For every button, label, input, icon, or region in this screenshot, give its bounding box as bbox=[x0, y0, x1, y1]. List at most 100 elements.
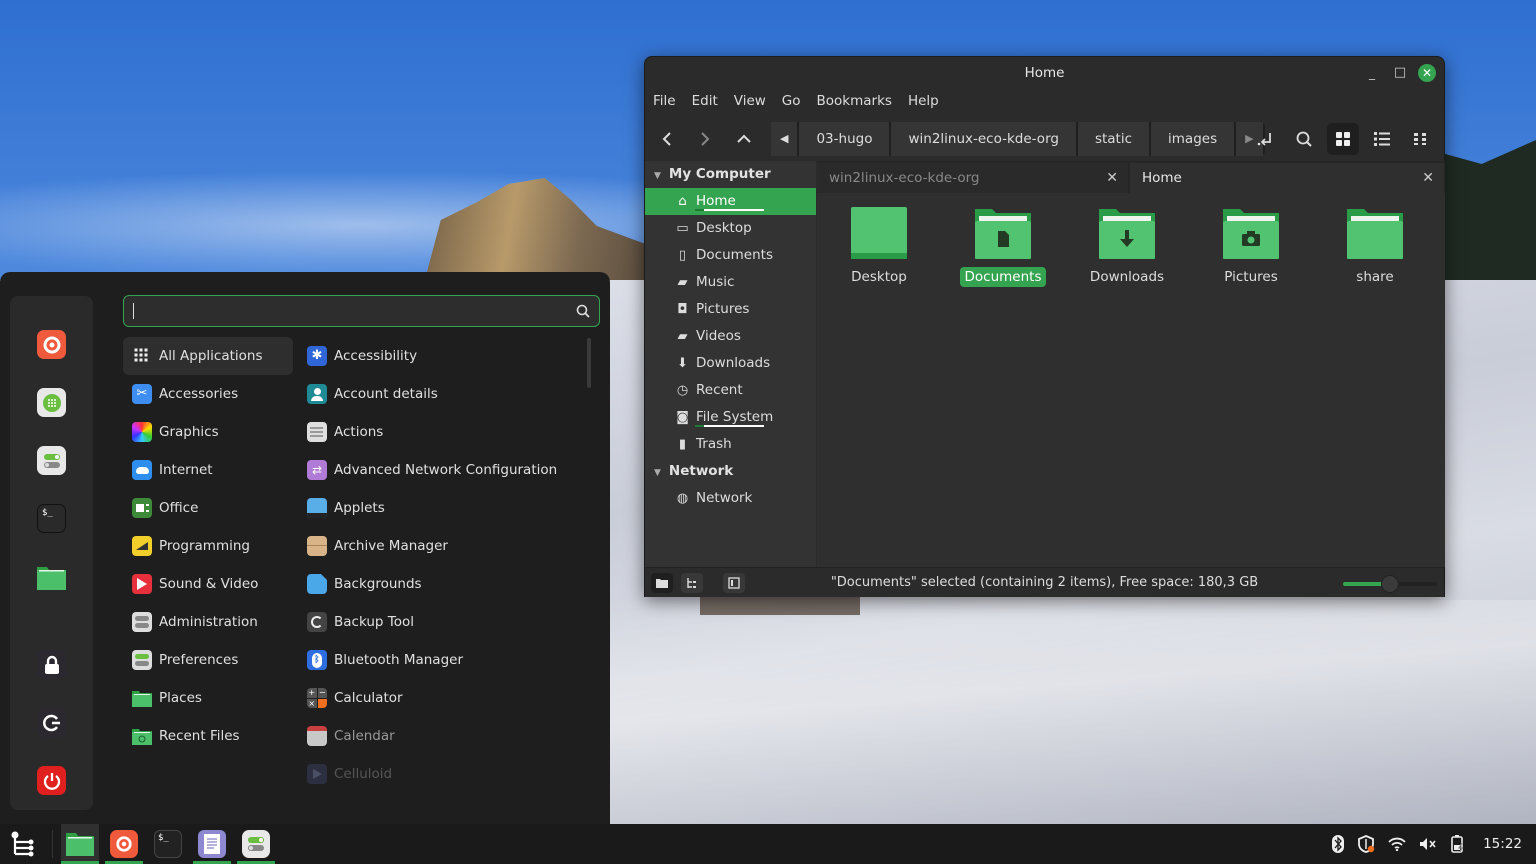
close-button[interactable]: ✕ bbox=[1418, 64, 1436, 82]
terminal-icon: $_ bbox=[154, 830, 182, 858]
backgrounds-icon bbox=[307, 574, 327, 594]
breadcrumb-item[interactable]: 03-hugo bbox=[799, 122, 890, 156]
favorite-firefox[interactable] bbox=[37, 330, 66, 359]
sidebar-section-my-computer[interactable]: ▼ My Computer bbox=[645, 161, 816, 188]
taskbar-terminal[interactable]: $_ bbox=[149, 824, 187, 864]
menu-edit[interactable]: Edit bbox=[692, 93, 726, 109]
up-button[interactable] bbox=[728, 123, 760, 155]
minimize-button[interactable]: _ bbox=[1364, 65, 1380, 81]
breadcrumb-scroll-left[interactable]: ◀ bbox=[771, 122, 798, 156]
menu-help[interactable]: Help bbox=[908, 93, 947, 109]
bluetooth-icon[interactable] bbox=[1332, 835, 1345, 853]
category-programming[interactable]: Programming bbox=[123, 527, 293, 565]
maximize-button[interactable]: □ bbox=[1392, 65, 1408, 81]
sidebar-item-music[interactable]: ▰ Music bbox=[645, 269, 816, 296]
volume-muted-icon[interactable] bbox=[1419, 837, 1437, 851]
back-button[interactable] bbox=[651, 123, 683, 155]
app-calculator[interactable]: + − × Calculator bbox=[298, 679, 588, 717]
category-all-applications[interactable]: All Applications bbox=[123, 337, 293, 375]
sidebar-item-recent[interactable]: ◷ Recent bbox=[645, 377, 816, 404]
app-archive-manager[interactable]: Archive Manager bbox=[298, 527, 588, 565]
toggle-location-button[interactable] bbox=[1250, 123, 1282, 155]
app-advanced-network-configuration[interactable]: ⇄ Advanced Network Configuration bbox=[298, 451, 588, 489]
app-accessibility[interactable]: ✱ Accessibility bbox=[298, 337, 588, 375]
sidebar-item-home[interactable]: ⌂ Home bbox=[645, 188, 816, 215]
favorite-files[interactable] bbox=[37, 562, 66, 591]
forward-button[interactable] bbox=[689, 123, 721, 155]
calendar-icon bbox=[307, 726, 327, 746]
menu-bookmarks[interactable]: Bookmarks bbox=[817, 93, 900, 109]
sidebar-item-network[interactable]: ◍ Network bbox=[645, 485, 816, 512]
folder-icon bbox=[66, 833, 94, 856]
breadcrumb-item[interactable]: win2linux-eco-kde-org bbox=[891, 122, 1076, 156]
clock[interactable]: 15:22 bbox=[1483, 836, 1522, 852]
category-preferences[interactable]: Preferences bbox=[123, 641, 293, 679]
network-arrows-icon: ⇄ bbox=[307, 460, 327, 480]
file-item-desktop[interactable]: Desktop bbox=[817, 207, 941, 287]
zoom-slider[interactable] bbox=[1343, 575, 1437, 593]
app-calendar[interactable]: Calendar bbox=[298, 717, 588, 755]
category-office[interactable]: Office bbox=[123, 489, 293, 527]
close-tab-icon[interactable]: ✕ bbox=[1422, 163, 1434, 193]
sidebar-item-documents[interactable]: ▯ Documents bbox=[645, 242, 816, 269]
shutdown-button[interactable] bbox=[37, 766, 66, 795]
menu-view[interactable]: View bbox=[734, 93, 774, 109]
app-account-details[interactable]: Account details bbox=[298, 375, 588, 413]
app-list-scrollbar[interactable] bbox=[587, 338, 591, 388]
sidebar-item-pictures[interactable]: ◘ Pictures bbox=[645, 296, 816, 323]
sidebar-item-file-system[interactable]: ◙ File System bbox=[645, 404, 816, 431]
sidebar-item-desktop[interactable]: ▭ Desktop bbox=[645, 215, 816, 242]
tab-win2linux[interactable]: win2linux-eco-kde-org ✕ bbox=[817, 163, 1128, 193]
favorite-system-settings[interactable] bbox=[37, 446, 66, 475]
logout-button[interactable] bbox=[37, 708, 66, 737]
places-sidebar: ▼ My Computer ⌂ Home ▭ Desktop ▯ Documents ▰ Musi… bbox=[645, 161, 816, 567]
icon-view-button[interactable] bbox=[1327, 123, 1359, 155]
wifi-icon[interactable] bbox=[1388, 837, 1406, 851]
taskbar-firefox[interactable] bbox=[105, 824, 143, 864]
category-accessories[interactable]: ✂ Accessories bbox=[123, 375, 293, 413]
favorite-software-manager[interactable] bbox=[37, 388, 66, 417]
file-item-downloads[interactable]: Downloads bbox=[1065, 207, 1189, 287]
app-backup-tool[interactable]: Backup Tool bbox=[298, 603, 588, 641]
menu-file[interactable]: File bbox=[653, 93, 684, 109]
app-applets[interactable]: Applets bbox=[298, 489, 588, 527]
app-actions[interactable]: Actions bbox=[298, 413, 588, 451]
tab-home[interactable]: Home ✕ bbox=[1130, 163, 1444, 193]
sidebar-item-downloads[interactable]: ⬇ Downloads bbox=[645, 350, 816, 377]
category-administration[interactable]: Administration bbox=[123, 603, 293, 641]
shield-update-icon[interactable] bbox=[1357, 835, 1375, 853]
taskbar-system-settings[interactable] bbox=[237, 824, 275, 864]
breadcrumb-item[interactable]: static bbox=[1077, 122, 1150, 156]
file-item-documents[interactable]: Documents bbox=[941, 207, 1065, 287]
menu-button[interactable] bbox=[4, 824, 42, 864]
file-item-share[interactable]: share bbox=[1313, 207, 1437, 287]
taskbar-text-editor[interactable] bbox=[193, 824, 231, 864]
category-recent-files[interactable]: Recent Files bbox=[123, 717, 293, 755]
favorite-terminal[interactable]: $_ bbox=[37, 504, 66, 533]
category-label: Accessories bbox=[159, 386, 239, 402]
sidebar-section-network[interactable]: ▼ Network bbox=[645, 458, 816, 485]
close-tab-icon[interactable]: ✕ bbox=[1106, 163, 1118, 193]
sidebar-item-trash[interactable]: ▮ Trash bbox=[645, 431, 816, 458]
compact-view-button[interactable] bbox=[1405, 123, 1437, 155]
zoom-slider-handle[interactable] bbox=[1381, 575, 1399, 593]
category-internet[interactable]: Internet bbox=[123, 451, 293, 489]
battery-icon[interactable] bbox=[1450, 835, 1466, 853]
list-view-button[interactable] bbox=[1366, 123, 1398, 155]
breadcrumb-item[interactable]: images bbox=[1151, 122, 1235, 156]
file-item-pictures[interactable]: Pictures bbox=[1189, 207, 1313, 287]
app-search-field[interactable] bbox=[123, 295, 600, 327]
file-label: Downloads bbox=[1089, 269, 1165, 285]
category-sound-video[interactable]: Sound & Video bbox=[123, 565, 293, 603]
sidebar-item-videos[interactable]: ▰ Videos bbox=[645, 323, 816, 350]
search-button[interactable] bbox=[1288, 123, 1320, 155]
app-backgrounds[interactable]: Backgrounds bbox=[298, 565, 588, 603]
search-input[interactable] bbox=[124, 296, 599, 326]
taskbar-files[interactable] bbox=[61, 824, 99, 864]
category-places[interactable]: Places bbox=[123, 679, 293, 717]
category-graphics[interactable]: Graphics bbox=[123, 413, 293, 451]
menu-go[interactable]: Go bbox=[782, 93, 809, 109]
app-bluetooth-manager[interactable]: ᛒ Bluetooth Manager bbox=[298, 641, 588, 679]
lock-screen-button[interactable] bbox=[37, 650, 66, 679]
app-celluloid[interactable]: Celluloid bbox=[298, 755, 588, 793]
